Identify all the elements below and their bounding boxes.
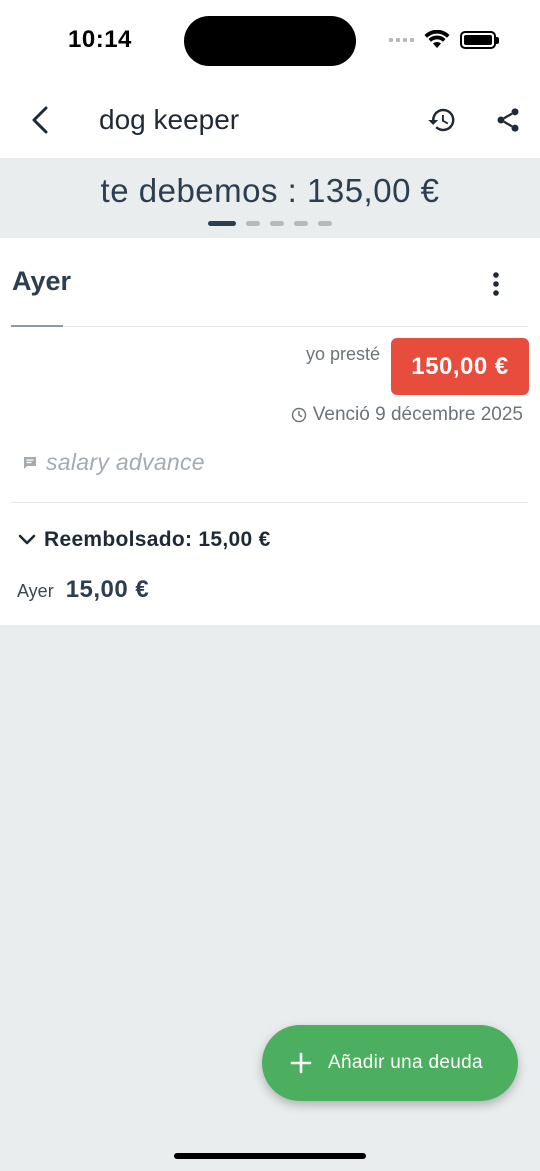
chevron-left-icon [32, 106, 48, 134]
due-date-row: Venció 9 décembre 2025 [291, 404, 523, 426]
note-text: salary advance [46, 449, 205, 475]
add-debt-label: Añadir una deuda [328, 1052, 483, 1073]
plus-icon [290, 1052, 312, 1074]
page-indicator[interactable] [0, 221, 540, 226]
page-dot-active[interactable] [208, 221, 236, 226]
cellular-signal-icon [389, 38, 414, 42]
status-time: 10:14 [68, 26, 132, 53]
dynamic-island [184, 16, 356, 66]
history-icon [428, 108, 455, 132]
clock-icon [291, 407, 306, 423]
tab-indicator [11, 325, 63, 327]
page-dot[interactable] [246, 221, 260, 226]
balance-summary[interactable]: te debemos : 135,00 € [0, 158, 540, 238]
payment-amount: 15,00 € [65, 576, 150, 603]
status-bar: 10:14 [0, 0, 540, 80]
page-title: dog keeper [99, 104, 240, 135]
add-debt-button[interactable]: Añadir una deuda [262, 1025, 518, 1101]
status-icons [389, 30, 499, 50]
chevron-down-icon [18, 534, 36, 545]
history-button[interactable] [422, 100, 462, 140]
battery-icon [460, 31, 499, 49]
debt-date-title: Ayer [12, 266, 72, 296]
payment-item[interactable]: Ayer 15,00 € [17, 576, 149, 604]
repaid-toggle[interactable]: Reembolsado: 15,00 € [18, 528, 271, 552]
page-dot[interactable] [318, 221, 332, 226]
share-icon [497, 108, 519, 132]
debt-card[interactable]: Ayer yo presté 150,00 € Venció 9 décembr… [0, 238, 540, 625]
divider [11, 502, 528, 503]
home-indicator[interactable] [174, 1153, 366, 1159]
wifi-icon [424, 30, 450, 48]
payment-date: Ayer [17, 581, 54, 601]
more-vert-icon [493, 272, 499, 296]
share-button[interactable] [488, 100, 528, 140]
divider [11, 326, 528, 327]
lent-label: yo presté [305, 344, 380, 364]
back-button[interactable] [22, 100, 58, 140]
page-dot[interactable] [294, 221, 308, 226]
repaid-label: Reembolsado: 15,00 € [44, 528, 271, 551]
page-dot[interactable] [270, 221, 284, 226]
app-bar: dog keeper [0, 80, 540, 158]
due-date-text: Venció 9 décembre 2025 [312, 404, 523, 425]
note-row: salary advance [22, 449, 205, 476]
comment-icon [24, 456, 36, 469]
more-options-button[interactable] [478, 266, 514, 302]
debt-amount-badge: 150,00 € [391, 338, 529, 395]
balance-text: te debemos : 135,00 € [100, 172, 440, 209]
